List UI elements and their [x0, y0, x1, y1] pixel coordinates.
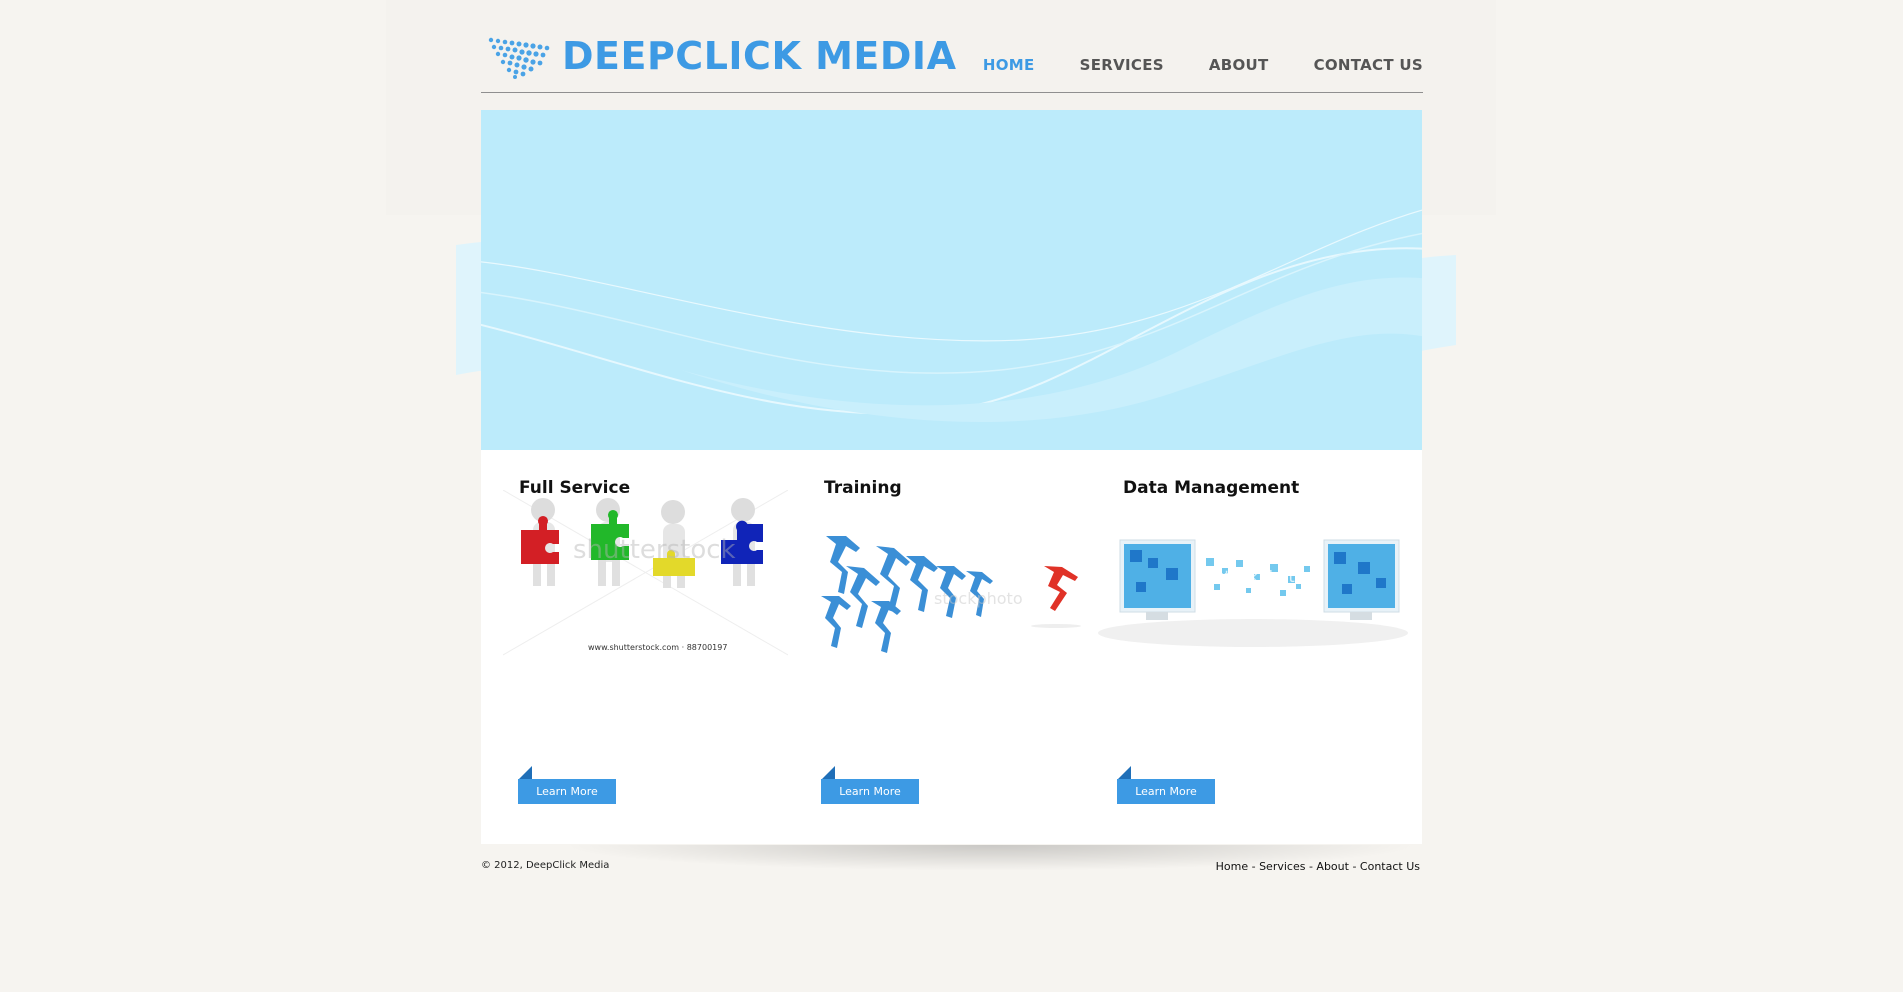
learn-more-training-button[interactable]: Learn More: [821, 779, 919, 804]
watermark-stockphoto-training: stockphoto: [934, 589, 1023, 608]
service-title-training: Training: [824, 478, 902, 498]
nav-about[interactable]: ABOUT: [1209, 56, 1269, 74]
logo-dots-icon: [488, 37, 550, 79]
service-title-data-management: Data Management: [1123, 478, 1300, 498]
footer-copyright: © 2012, DeepClick Media: [481, 860, 610, 871]
nav-home[interactable]: HOME: [983, 56, 1035, 74]
button-tab-decoration: [822, 766, 835, 779]
footer-links: Home - Services - About - Contact Us: [1216, 860, 1420, 873]
button-tab-decoration: [1118, 766, 1131, 779]
banner-wave-lines: [481, 209, 1422, 423]
nav-contact-us[interactable]: CONTACT US: [1314, 56, 1423, 74]
footer-separator: -: [1352, 860, 1360, 873]
puzzle-people-icon: shutterstock www.shutterstock.com · 8870…: [503, 490, 788, 656]
footer-separator: -: [1251, 860, 1260, 873]
nav-services[interactable]: SERVICES: [1080, 56, 1164, 74]
running-figures-icon: stockphoto: [821, 536, 1081, 653]
button-tab-decoration: [519, 766, 532, 779]
learn-more-data-management-button[interactable]: Learn More: [1117, 779, 1215, 804]
footer-link-contact-us[interactable]: Contact Us: [1360, 860, 1420, 873]
watermark-shutterstock: shutterstock: [573, 535, 736, 565]
site-logo-text[interactable]: DEEPCLICK MEDIA: [562, 34, 956, 78]
footer-link-home[interactable]: Home: [1216, 860, 1248, 873]
footer-link-about[interactable]: About: [1316, 860, 1349, 873]
service-image-caption: www.shutterstock.com · 88700197: [588, 643, 727, 652]
watermark-stockphoto-data: stockphoto: [1216, 567, 1305, 586]
footer-link-services[interactable]: Services: [1259, 860, 1305, 873]
learn-more-full-service-button[interactable]: Learn More: [518, 779, 616, 804]
main-nav: HOME SERVICES ABOUT CONTACT US: [938, 56, 1423, 74]
data-monitors-icon: stockphoto: [1098, 539, 1408, 647]
hero-banner: [481, 110, 1422, 450]
services-section: Full Service shutterstock www.shuttersto…: [481, 450, 1422, 844]
site-header: DEEPCLICK MEDIA HOME SERVICES ABOUT CONT…: [481, 0, 1423, 93]
